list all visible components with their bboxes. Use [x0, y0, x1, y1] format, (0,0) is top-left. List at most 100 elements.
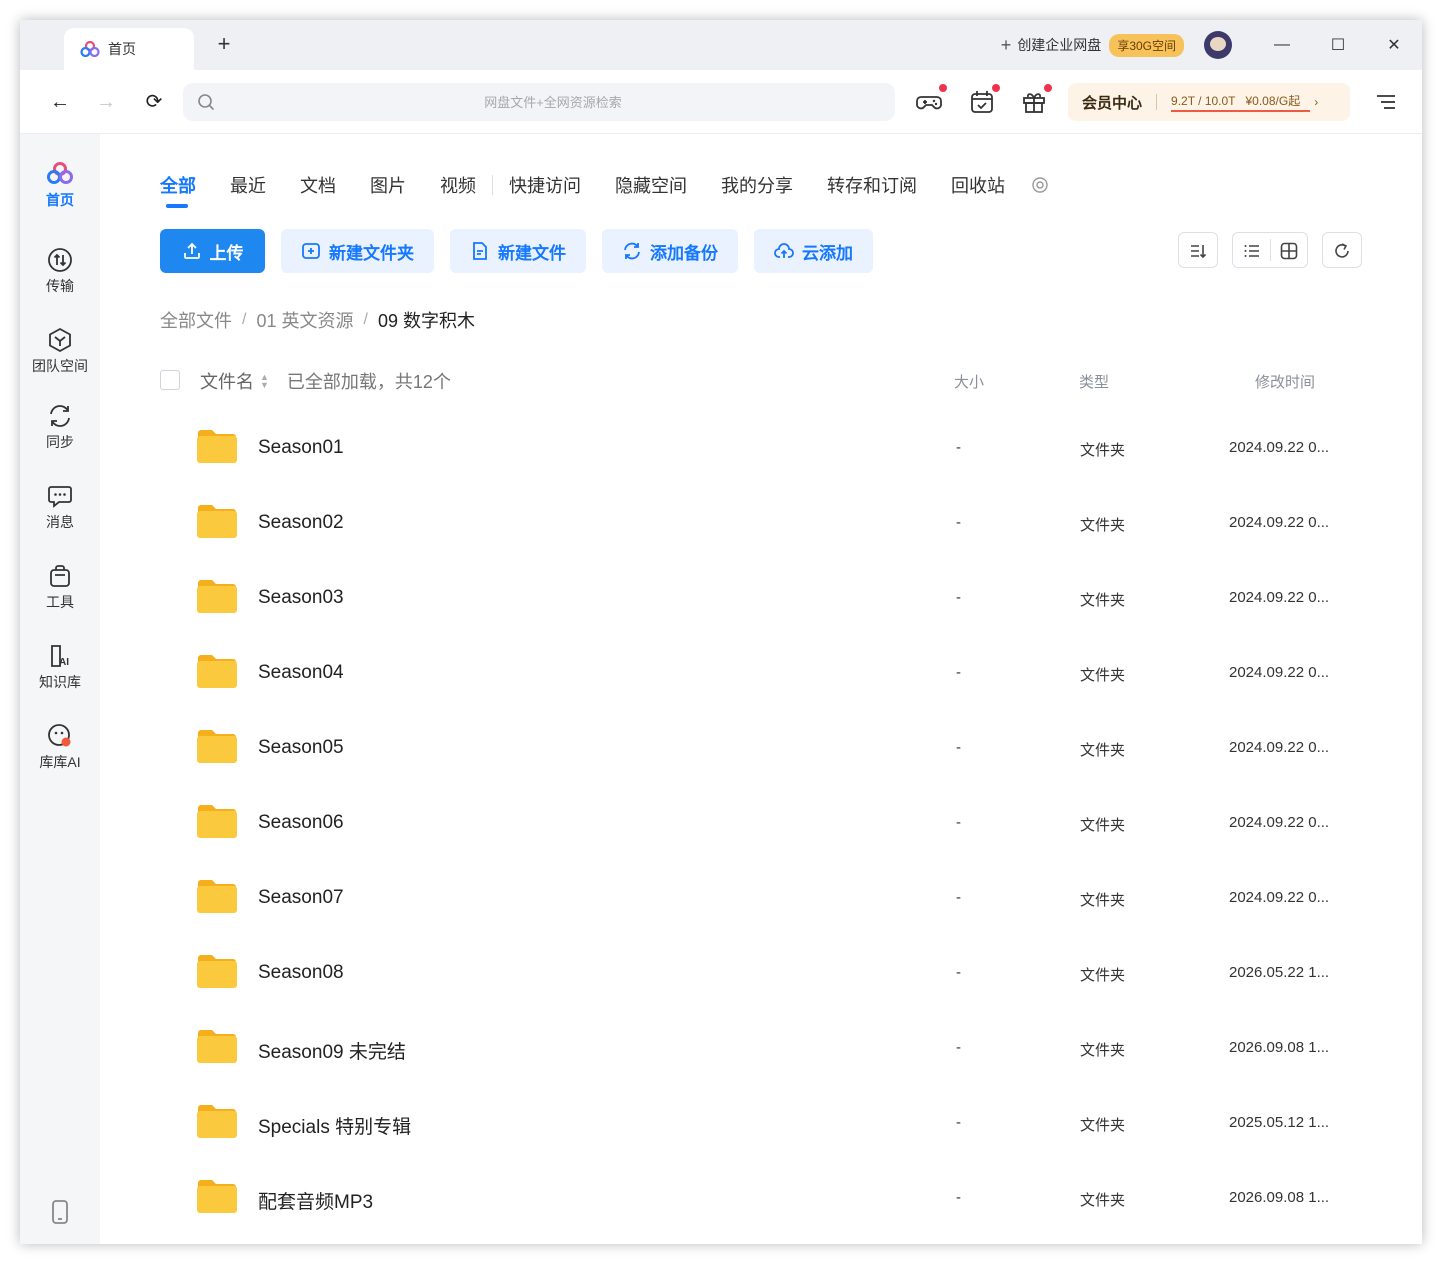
upload-label: 上传 — [209, 243, 244, 263]
enterprise-badge[interactable]: 享30G空间 — [1109, 33, 1184, 57]
file-name[interactable]: Season01 — [258, 437, 344, 459]
chevron-right-icon: › — [1314, 95, 1319, 109]
tab-images[interactable]: 图片 — [370, 172, 406, 198]
new-file-button[interactable]: 新建文件 — [450, 229, 586, 273]
create-enterprise-label: 创建企业网盘 — [1017, 37, 1102, 53]
table-row[interactable]: Season09 未完结 - 文件夹 2026.09.08 1... — [160, 1011, 1360, 1086]
table-row[interactable]: Season06 - 文件夹 2024.09.22 0... — [160, 786, 1360, 861]
forward-button[interactable]: → — [92, 88, 120, 116]
checkin-button[interactable] — [968, 84, 1000, 116]
file-name[interactable]: Specials 特别专辑 — [258, 1112, 411, 1139]
folder-icon — [195, 577, 239, 615]
back-button[interactable]: ← — [46, 88, 74, 116]
tab-transfers-subscriptions[interactable]: 转存和订阅 — [827, 172, 917, 198]
add-backup-button[interactable]: 添加备份 — [602, 229, 738, 273]
file-name[interactable]: Season04 — [258, 662, 344, 684]
vip-center-button[interactable]: 会员中心 9.2T / 10.0T ¥0.08/G起 › — [1068, 83, 1350, 121]
search-box[interactable] — [183, 83, 895, 121]
file-size: - — [956, 1114, 961, 1131]
new-folder-label: 新建文件夹 — [329, 243, 414, 263]
notification-dot — [992, 84, 1000, 92]
file-mtime: 2026.09.08 1... — [1229, 1039, 1330, 1056]
table-row[interactable]: Season01 - 文件夹 2024.09.22 0... — [160, 411, 1360, 486]
tab-videos[interactable]: 视频 — [440, 172, 476, 198]
table-row[interactable]: Season04 - 文件夹 2024.09.22 0... — [160, 636, 1360, 711]
breadcrumb-item[interactable]: 全部文件 — [160, 307, 232, 333]
search-input[interactable] — [223, 83, 883, 121]
file-type: 文件夹 — [1080, 667, 1126, 684]
reload-button[interactable]: ⟳ — [140, 88, 168, 116]
sidebar-item-messages[interactable]: 消息 — [20, 482, 100, 532]
title-bar: 首页 + + 创建企业网盘 享30G空间 — ☐ ✕ — [20, 20, 1422, 70]
table-row[interactable]: 配套音频MP3 - 文件夹 2026.09.08 1... — [160, 1161, 1360, 1236]
backup-icon — [624, 242, 640, 260]
minimize-button[interactable]: — — [1254, 20, 1310, 70]
upload-button[interactable]: 上传 — [160, 229, 265, 273]
sidebar-item-label: 传输 — [46, 278, 74, 294]
close-button[interactable]: ✕ — [1366, 20, 1422, 70]
cloud-add-button[interactable]: 云添加 — [754, 229, 873, 273]
tab-hidden-space[interactable]: 隐藏空间 — [615, 172, 687, 198]
message-icon — [48, 486, 72, 508]
tab-my-shares[interactable]: 我的分享 — [721, 172, 793, 198]
size-column-header[interactable]: 大小 — [954, 371, 984, 392]
knowledge-icon: AI — [51, 645, 69, 668]
table-row[interactable]: Specials 特别专辑 - 文件夹 2025.05.12 1... — [160, 1086, 1360, 1161]
calendar-check-icon — [971, 91, 993, 113]
new-folder-button[interactable]: 新建文件夹 — [281, 229, 434, 273]
cloud-upload-icon — [774, 243, 794, 258]
table-row[interactable]: Season03 - 文件夹 2024.09.22 0... — [160, 561, 1360, 636]
sidebar-item-sync[interactable]: 同步 — [20, 402, 100, 452]
list-view-icon[interactable] — [1242, 241, 1262, 261]
new-tab-button[interactable]: + — [212, 32, 236, 56]
tab-settings-icon[interactable] — [1031, 176, 1049, 194]
table-row[interactable]: Season07 - 文件夹 2024.09.22 0... — [160, 861, 1360, 936]
file-mtime: 2024.09.22 0... — [1229, 514, 1330, 531]
select-all-checkbox[interactable] — [160, 370, 180, 390]
table-row[interactable]: Season02 - 文件夹 2024.09.22 0... — [160, 486, 1360, 561]
tab-recent[interactable]: 最近 — [230, 172, 266, 198]
sidebar-item-transfer[interactable]: 传输 — [20, 246, 100, 296]
breadcrumb-item[interactable]: 01 英文资源 — [256, 307, 353, 333]
file-mtime: 2024.09.22 0... — [1229, 889, 1330, 906]
type-column-header[interactable]: 类型 — [1079, 371, 1109, 392]
name-column-header[interactable]: 文件名 ▲ ▼ 已全部加载，共12个 — [200, 368, 451, 394]
tab-all[interactable]: 全部 — [160, 172, 196, 208]
mtime-column-header[interactable]: 修改时间 — [1255, 371, 1315, 392]
titlebar-right: + 创建企业网盘 享30G空间 — ☐ ✕ — [1001, 20, 1422, 70]
file-name[interactable]: Season07 — [258, 887, 344, 909]
tab-documents[interactable]: 文档 — [300, 172, 336, 198]
file-name[interactable]: Season06 — [258, 812, 344, 834]
tab-recycle-bin[interactable]: 回收站 — [951, 172, 1005, 198]
file-name[interactable]: Season03 — [258, 587, 344, 609]
table-row[interactable]: Season05 - 文件夹 2024.09.22 0... — [160, 711, 1360, 786]
file-name[interactable]: Season09 未完结 — [258, 1037, 406, 1064]
sidebar-item-team-space[interactable]: 团队空间 — [20, 326, 100, 376]
file-name[interactable]: 配套音频MP3 — [258, 1187, 373, 1214]
folder-icon — [195, 1102, 239, 1140]
gift-button[interactable] — [1020, 84, 1052, 116]
create-enterprise-button[interactable]: + 创建企业网盘 — [1001, 35, 1102, 56]
refresh-button[interactable] — [1322, 232, 1362, 268]
sidebar-item-tools[interactable]: 工具 — [20, 562, 100, 612]
tab-quick-access[interactable]: 快捷访问 — [509, 172, 581, 198]
loaded-count: 已全部加载，共12个 — [286, 372, 451, 392]
grid-view-icon[interactable] — [1279, 241, 1299, 261]
game-button[interactable] — [915, 84, 947, 116]
sidebar-item-home[interactable]: 首页 — [20, 160, 100, 210]
file-name[interactable]: Season02 — [258, 512, 344, 534]
sort-button[interactable] — [1178, 232, 1218, 268]
tab-home[interactable]: 首页 — [64, 28, 194, 70]
sidebar-item-kuku-ai[interactable]: 库库AI — [20, 722, 100, 772]
file-size: - — [956, 1189, 961, 1206]
maximize-button[interactable]: ☐ — [1310, 20, 1366, 70]
file-name[interactable]: Season08 — [258, 962, 344, 984]
table-row[interactable]: Season08 - 文件夹 2026.05.22 1... — [160, 936, 1360, 1011]
file-size: - — [956, 514, 961, 531]
menu-icon[interactable] — [1374, 90, 1398, 114]
file-mtime: 2025.05.12 1... — [1229, 1114, 1330, 1131]
avatar[interactable] — [1204, 31, 1232, 59]
phone-icon[interactable] — [50, 1200, 70, 1224]
sidebar-item-knowledge-base[interactable]: AI 知识库 — [20, 642, 100, 692]
file-name[interactable]: Season05 — [258, 737, 344, 759]
